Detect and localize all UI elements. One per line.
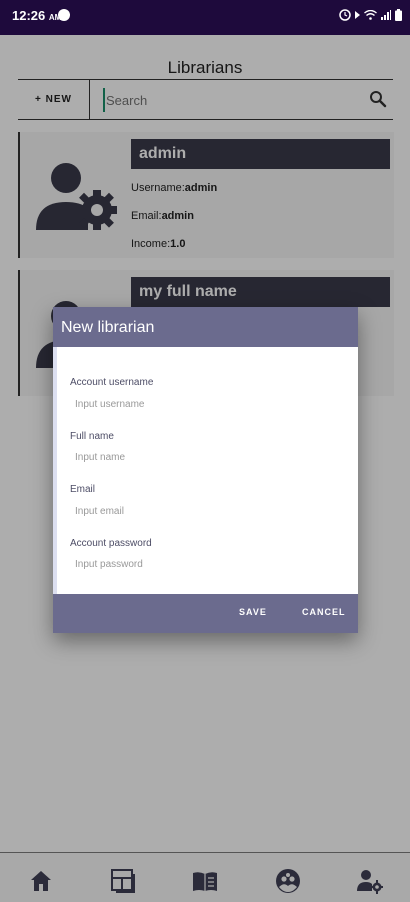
new-librarian-dialog: New librarian Account username Full name… bbox=[53, 307, 358, 633]
bottom-navigation bbox=[0, 852, 410, 902]
email-input[interactable] bbox=[75, 502, 335, 520]
vibrate-icon bbox=[355, 11, 360, 19]
status-bar: 12:26 AM bbox=[0, 0, 410, 35]
account-username-label: Account username bbox=[70, 377, 154, 388]
dashboard-icon[interactable] bbox=[110, 868, 136, 894]
battery-icon bbox=[395, 9, 402, 21]
account-username-input[interactable] bbox=[75, 395, 335, 413]
admin-settings-icon[interactable] bbox=[357, 868, 383, 894]
status-time: 12:26 AM bbox=[12, 8, 61, 23]
email-label: Email bbox=[70, 484, 96, 495]
account-password-label: Account password bbox=[70, 538, 152, 549]
home-icon[interactable] bbox=[28, 868, 54, 894]
full-name-label: Full name bbox=[70, 431, 114, 442]
full-name-input[interactable] bbox=[75, 448, 335, 466]
dialog-form: Account username Full name Email Account… bbox=[53, 347, 358, 594]
book-icon[interactable] bbox=[192, 868, 218, 894]
dialog-actions: SAVE CANCEL bbox=[53, 594, 358, 633]
signal-icon bbox=[381, 10, 391, 20]
app-notification-icon bbox=[58, 9, 70, 21]
account-password-input[interactable] bbox=[75, 555, 335, 573]
save-button[interactable]: SAVE bbox=[239, 607, 267, 617]
cancel-button[interactable]: CANCEL bbox=[302, 607, 346, 617]
status-time-value: 12:26 bbox=[12, 8, 46, 23]
dialog-title: New librarian bbox=[53, 307, 358, 347]
status-icons bbox=[339, 9, 402, 21]
alarm-icon bbox=[339, 9, 351, 21]
group-icon[interactable] bbox=[275, 868, 301, 894]
wifi-icon bbox=[364, 10, 377, 20]
